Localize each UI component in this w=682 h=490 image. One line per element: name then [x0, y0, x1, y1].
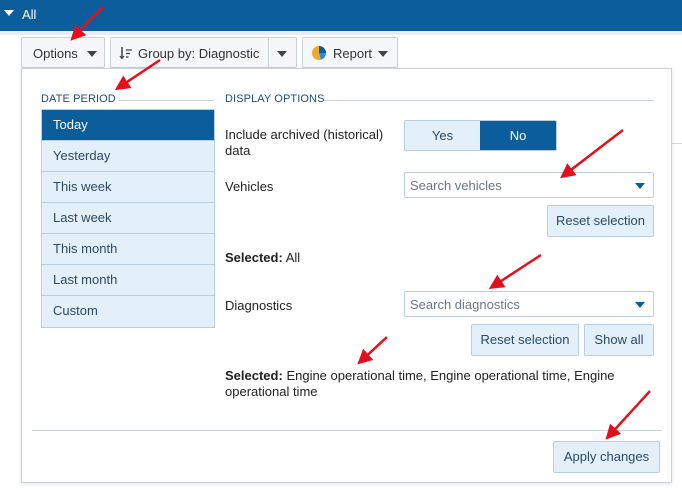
options-button[interactable]: Options: [21, 37, 105, 68]
vehicles-placeholder: Search vehicles: [410, 178, 502, 193]
chevron-down-icon: [378, 51, 388, 57]
group-by-label: Group by: Diagnostic: [138, 46, 260, 61]
report-label: Report: [333, 46, 373, 61]
chevron-down-icon: [635, 302, 645, 308]
options-panel: DATE PERIOD Today Yesterday This week La…: [21, 68, 672, 483]
diagnostics-label: Diagnostics: [225, 298, 293, 313]
sort-icon: [119, 47, 132, 60]
vehicles-reset-button[interactable]: Reset selection: [547, 205, 654, 237]
diagnostics-placeholder: Search diagnostics: [410, 297, 520, 312]
split-divider: [268, 38, 269, 67]
top-bar-title[interactable]: All: [22, 7, 36, 22]
archived-toggle: Yes No: [404, 120, 557, 151]
archived-label: Include archived (historical) data: [225, 127, 384, 158]
selected-value: All: [285, 250, 301, 265]
section-divider: [324, 100, 654, 101]
top-bar: All: [0, 0, 682, 31]
selected-label: Selected:: [225, 368, 283, 383]
date-period-list: Today Yesterday This week Last week This…: [41, 109, 215, 328]
vehicles-select[interactable]: Search vehicles: [404, 172, 654, 198]
diagnostics-select[interactable]: Search diagnostics: [404, 291, 654, 317]
background-divider: [672, 143, 682, 144]
period-today[interactable]: Today: [42, 110, 214, 141]
section-divider: [119, 100, 214, 101]
period-last-week[interactable]: Last week: [42, 203, 214, 234]
options-label: Options: [33, 46, 78, 61]
show-all-button[interactable]: Show all: [584, 324, 654, 356]
apply-changes-button[interactable]: Apply changes: [553, 441, 660, 473]
period-last-month[interactable]: Last month: [42, 265, 214, 296]
top-bar-shadow: [0, 31, 682, 35]
report-button[interactable]: Report: [302, 37, 398, 68]
pie-chart-icon: [312, 46, 326, 60]
period-this-week[interactable]: This week: [42, 172, 214, 203]
caret-down-icon[interactable]: [4, 10, 14, 16]
group-by-button[interactable]: Group by: Diagnostic: [110, 37, 297, 68]
vehicles-selected: Selected: All: [225, 250, 300, 266]
vehicles-label: Vehicles: [225, 179, 274, 194]
archived-no-option[interactable]: No: [480, 121, 556, 150]
chevron-down-icon: [635, 183, 645, 189]
chevron-down-icon[interactable]: [277, 51, 287, 57]
chevron-down-icon: [87, 51, 97, 57]
period-this-month[interactable]: This month: [42, 234, 214, 265]
period-custom[interactable]: Custom: [42, 296, 214, 327]
period-yesterday[interactable]: Yesterday: [42, 141, 214, 172]
date-period-title: DATE PERIOD: [41, 93, 116, 105]
diagnostics-reset-button[interactable]: Reset selection: [471, 324, 579, 356]
archived-yes-option[interactable]: Yes: [405, 121, 480, 150]
footer-divider: [32, 430, 662, 431]
display-options-title: DISPLAY OPTIONS: [225, 93, 325, 105]
diagnostics-selected: Selected: Engine operational time, Engin…: [225, 368, 645, 400]
selected-label: Selected:: [225, 250, 283, 265]
selected-value: Engine operational time, Engine operatio…: [225, 368, 615, 399]
